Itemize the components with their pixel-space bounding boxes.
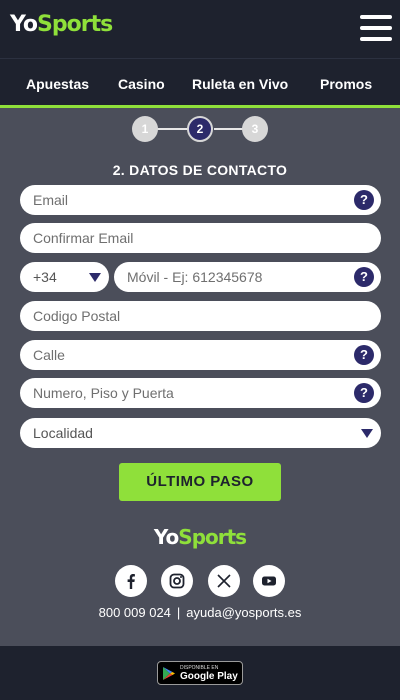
email-field[interactable] [20,185,381,215]
step-3: 3 [242,116,268,142]
confirm-email-field[interactable] [20,223,381,253]
instagram-icon[interactable] [161,565,193,597]
section-title: 2. DATOS DE CONTACTO [112,162,288,178]
street-field-wrapper: ? [20,340,381,370]
footer-logo-yo: Yo [153,525,179,549]
locality-select[interactable]: Localidad [20,418,381,448]
contact-email[interactable]: ayuda@yosports.es [186,605,301,620]
contact-separator: | [176,605,181,620]
top-bar: YoSports [0,0,400,58]
nav-item-ruleta-en-vivo[interactable]: Ruleta en Vivo [192,76,288,92]
contact-line: 800 009 024 | ayuda@yosports.es [0,605,400,620]
postal-code-field[interactable] [20,301,381,331]
street-field[interactable] [20,340,381,370]
nav-item-casino[interactable]: Casino [118,76,165,92]
postal-code-field-wrapper [20,301,381,331]
address-number-field-wrapper: ? [20,378,381,408]
bottom-bar: DISPONIBLE EN Google Play [0,646,400,700]
email-field-wrapper: ? [20,185,381,215]
hamburger-menu-icon[interactable] [360,15,392,41]
step-indicator: 1 2 3 [130,116,270,142]
locality-value: Localidad [33,425,93,441]
google-play-badge[interactable]: DISPONIBLE EN Google Play [157,661,243,685]
logo-yo: Yo [10,12,38,37]
contact-phone[interactable]: 800 009 024 [99,605,171,620]
mobile-field[interactable] [114,262,381,292]
phone-prefix-select[interactable]: +34 [20,262,109,292]
address-number-field[interactable] [20,378,381,408]
street-help-icon[interactable]: ? [354,345,374,365]
mobile-help-icon[interactable]: ? [354,267,374,287]
confirm-email-field-wrapper [20,223,381,253]
brand-logo[interactable]: YoSports [10,12,113,37]
last-step-button[interactable]: ÚLTIMO PASO [119,463,281,501]
youtube-icon[interactable] [253,565,285,597]
nav-item-apuestas[interactable]: Apuestas [26,76,89,92]
chevron-down-icon [361,429,373,438]
google-play-icon [163,667,175,680]
address-number-help-icon[interactable]: ? [354,383,374,403]
footer-logo-sports: Sports [178,525,247,549]
step-1: 1 [132,116,158,142]
google-play-text: Google Play [180,671,238,682]
main-nav: Apuestas Casino Ruleta en Vivo Promos [0,58,400,108]
chevron-down-icon [89,273,101,282]
phone-prefix-value: +34 [33,269,57,285]
facebook-icon[interactable] [115,565,147,597]
step-2-active: 2 [187,116,213,142]
email-help-icon[interactable]: ? [354,190,374,210]
nav-item-promos[interactable]: Promos [320,76,372,92]
footer-logo[interactable]: YoSports [0,525,400,549]
mobile-field-wrapper: ? [114,262,381,292]
logo-sports: Sports [37,12,113,37]
x-icon[interactable] [208,565,240,597]
